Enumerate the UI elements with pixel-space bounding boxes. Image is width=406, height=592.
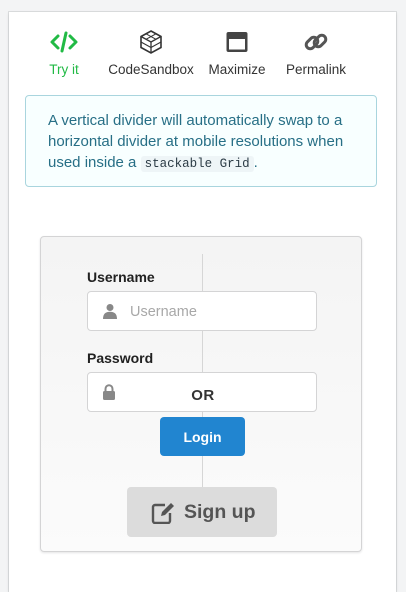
info-message: A vertical divider will automatically sw… (25, 95, 377, 187)
permalink-label: Permalink (285, 62, 347, 77)
maximize-button[interactable]: Maximize (204, 29, 270, 89)
login-segment: Username Password OR Login (40, 236, 362, 552)
username-label: Username (87, 269, 155, 285)
message-text-end: . (253, 154, 258, 171)
user-icon (102, 303, 118, 324)
codesandbox-icon (105, 29, 197, 55)
link-icon (283, 29, 349, 55)
login-button[interactable]: Login (160, 417, 245, 456)
window-maximize-icon (204, 29, 270, 55)
divider-or: OR (191, 387, 215, 404)
username-field[interactable] (87, 291, 317, 332)
permalink-button[interactable]: Permalink (283, 29, 349, 89)
example-toolbar: Try it CodeSandbox Maximize Permalink (9, 12, 396, 92)
codesandbox-label: CodeSandbox (108, 62, 194, 77)
lock-icon (102, 384, 116, 405)
password-label: Password (87, 350, 154, 366)
maximize-label: Maximize (208, 62, 266, 77)
edit-icon (151, 502, 175, 530)
username-input[interactable] (128, 292, 312, 332)
message-code: stackable Grid (140, 156, 254, 172)
code-icon (33, 29, 95, 55)
example-panel: Try it CodeSandbox Maximize Permalink A … (9, 12, 396, 592)
try-it-label: Try it (49, 62, 79, 77)
sign-up-label: Sign up (184, 501, 256, 523)
sign-up-button[interactable]: Sign up (127, 487, 277, 537)
try-it-button[interactable]: Try it (33, 29, 95, 89)
codesandbox-button[interactable]: CodeSandbox (105, 29, 197, 89)
